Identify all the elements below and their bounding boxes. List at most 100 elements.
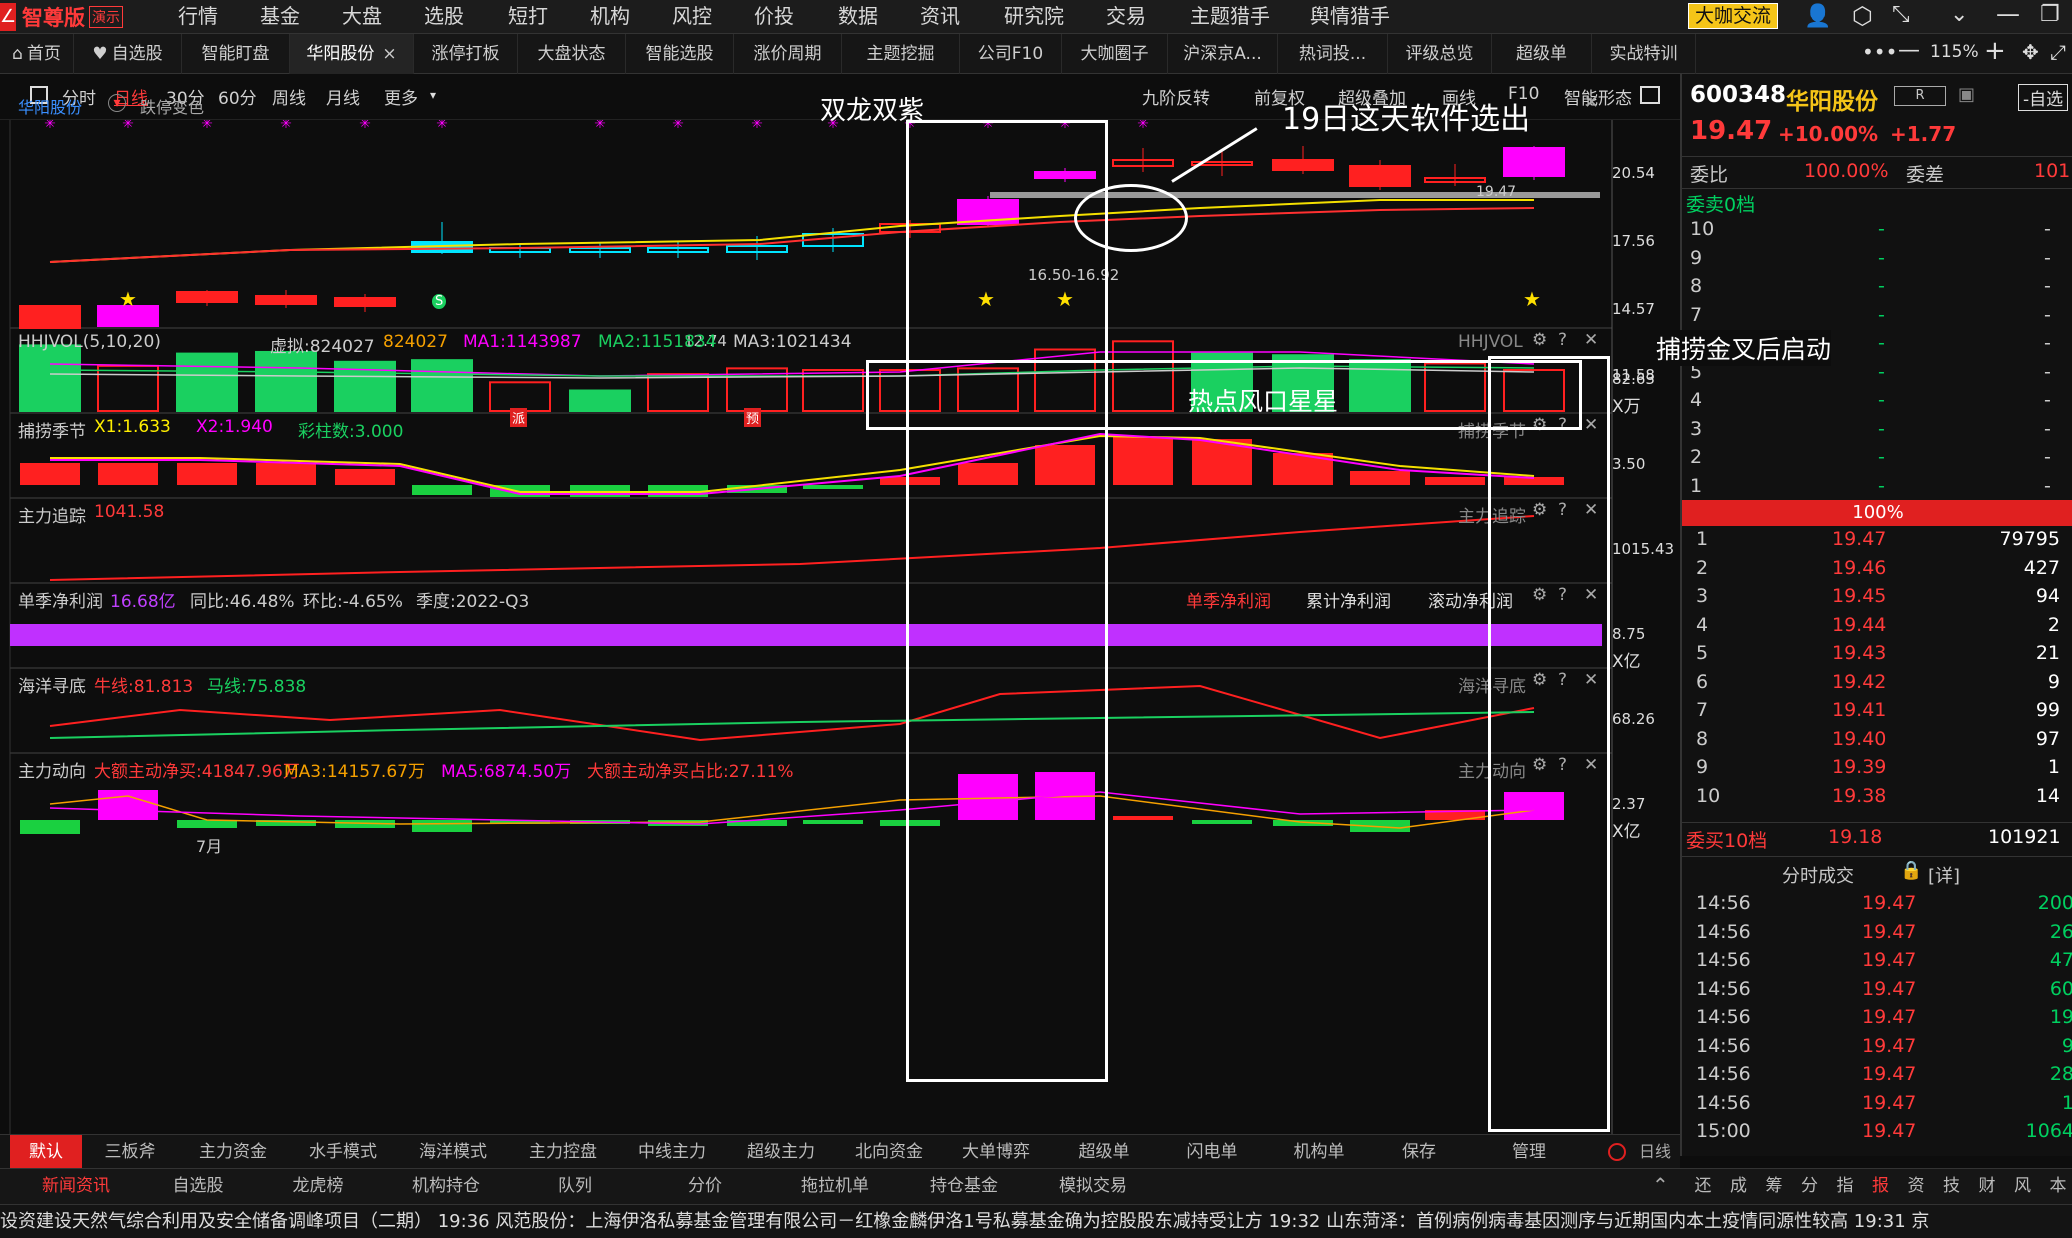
panel-title-1[interactable]: 捕捞季节 [18, 417, 86, 442]
more-icon[interactable]: ••• [1862, 40, 1897, 64]
tab-3[interactable]: 华阳股份 × [290, 34, 414, 74]
info-tab-2[interactable]: 龙虎榜 [254, 1169, 382, 1203]
restore-icon[interactable]: ❐ [2040, 2, 2060, 27]
period-5[interactable]: 月线 [326, 84, 360, 109]
template-tab-5[interactable]: 主力控盘 [508, 1135, 618, 1169]
menu-item-8[interactable]: 数据 [838, 0, 878, 34]
news-ticker[interactable]: 设资建设天然气综合利用及安全储备调峰项目（二期） 19:36 风范股份：上海伊洛… [0, 1204, 2072, 1238]
profit-tab-0[interactable]: 单季净利润 [1186, 587, 1271, 612]
panel-title-2[interactable]: 主力追踪 [18, 502, 86, 527]
stock-tag[interactable]: R [1894, 86, 1946, 106]
info-tab-0[interactable]: 新闻资讯 [10, 1169, 142, 1203]
template-tab-10[interactable]: 超级单 [1050, 1135, 1158, 1169]
right-tab-8[interactable]: 财 [1972, 1169, 2002, 1203]
menu-item-3[interactable]: 选股 [424, 0, 464, 34]
tab-7[interactable]: 涨价周期 [734, 34, 842, 74]
right-tab-3[interactable]: 分 [1795, 1169, 1825, 1203]
template-tab-4[interactable]: 海洋模式 [398, 1135, 508, 1169]
period-3[interactable]: 60分 [218, 84, 257, 109]
close-icon[interactable]: ✕ [1584, 92, 1599, 113]
buy-row[interactable]: 3 19.45 94 [1682, 585, 2072, 613]
profit-tab-1[interactable]: 累计净利润 [1306, 587, 1391, 612]
expand-icon[interactable]: ⤢ [2050, 40, 2066, 64]
buy-row[interactable]: 2 19.46 427 [1682, 557, 2072, 585]
right-tab-1[interactable]: 成 [1724, 1169, 1754, 1203]
buy-row[interactable]: 8 19.40 97 [1682, 728, 2072, 756]
menu-item-13[interactable]: 舆情猎手 [1310, 0, 1390, 34]
panel-title-5[interactable]: 主力动向 [18, 757, 86, 782]
tab-5[interactable]: 大盘状态 [518, 34, 626, 74]
close-icon[interactable]: ✕ [1584, 330, 1598, 350]
lock-icon[interactable]: ▣ [1958, 84, 1975, 105]
tab-10[interactable]: 大咖圈子 [1062, 34, 1168, 74]
option-dropdown-icon[interactable]: ▾ [108, 94, 126, 112]
menu-item-6[interactable]: 风控 [672, 0, 712, 34]
info-tab-5[interactable]: 分价 [640, 1169, 770, 1203]
info-tab-1[interactable]: 自选股 [142, 1169, 254, 1203]
right-tab-9[interactable]: 风 [2008, 1169, 2038, 1203]
expand-down-icon[interactable] [1608, 1143, 1626, 1161]
panel-settings-icon[interactable]: ⚙ [1532, 330, 1547, 350]
chevron-up-icon[interactable]: ⌃ [1652, 1173, 1669, 1197]
buy-row[interactable]: 6 19.42 9 [1682, 671, 2072, 699]
buy-row[interactable]: 1 19.47 79795 [1682, 528, 2072, 556]
right-tab-5[interactable]: 报 [1866, 1169, 1896, 1203]
info-tab-3[interactable]: 机构持仓 [382, 1169, 510, 1203]
info-tab-8[interactable]: 模拟交易 [1028, 1169, 1158, 1203]
tab-12[interactable]: 热词投... [1278, 34, 1388, 74]
buy-row[interactable]: 9 19.39 1 [1682, 756, 2072, 784]
sell-row[interactable]: 4 - - [1682, 389, 2072, 417]
info-tab-6[interactable]: 拖拉机单 [770, 1169, 900, 1203]
template-tab-7[interactable]: 超级主力 [726, 1135, 836, 1169]
menu-item-10[interactable]: 研究院 [1004, 0, 1064, 34]
tab-13[interactable]: 评级总览 [1388, 34, 1492, 74]
tab-9[interactable]: 公司F10 [960, 34, 1062, 74]
right-tab-4[interactable]: 指 [1830, 1169, 1860, 1203]
template-tab-14[interactable]: 管理 [1466, 1135, 1592, 1169]
menu-item-9[interactable]: 资讯 [920, 0, 960, 34]
right-tab-10[interactable]: 本 [2043, 1169, 2072, 1203]
template-tab-2[interactable]: 主力资金 [178, 1135, 288, 1169]
sell-row[interactable]: 7 - - [1682, 304, 2072, 332]
template-tab-12[interactable]: 机构单 [1266, 1135, 1372, 1169]
tab-0[interactable]: ⌂ 首页 [0, 34, 74, 74]
tab-6[interactable]: 智能选股 [626, 34, 734, 74]
buy-row[interactable]: 7 19.41 99 [1682, 699, 2072, 727]
trades-detail-link[interactable]: [详] [1928, 862, 1960, 888]
right-tab-6[interactable]: 资 [1901, 1169, 1931, 1203]
tab-8[interactable]: 主题挖掘 [842, 34, 960, 74]
template-tab-11[interactable]: 闪电单 [1158, 1135, 1266, 1169]
menu-item-1[interactable]: 基金 [260, 0, 300, 34]
right-tab-7[interactable]: 技 [1937, 1169, 1967, 1203]
info-tab-7[interactable]: 持仓基金 [900, 1169, 1028, 1203]
template-tab-6[interactable]: 中线主力 [618, 1135, 726, 1169]
minimize-icon[interactable]: — [1996, 0, 2020, 28]
tab-1[interactable]: ♥ 自选股 [74, 34, 182, 74]
period-4[interactable]: 周线 [272, 84, 306, 109]
chart-tool-0[interactable]: 九阶反转 [1142, 84, 1210, 109]
template-tab-3[interactable]: 水手模式 [288, 1135, 398, 1169]
zoom-in-icon[interactable]: + [1984, 36, 2006, 66]
sell-row[interactable]: 8 - - [1682, 275, 2072, 303]
info-tab-4[interactable]: 队列 [510, 1169, 640, 1203]
template-tab-1[interactable]: 三板斧 [82, 1135, 178, 1169]
panel-title-4[interactable]: 海洋寻底 [18, 672, 86, 697]
right-tab-0[interactable]: 还 [1688, 1169, 1718, 1203]
sell-row[interactable]: 10 - - [1682, 218, 2072, 246]
sell-row[interactable]: 1 - - [1682, 475, 2072, 503]
add-favorite-button[interactable]: -自选 [2018, 84, 2069, 111]
tab-15[interactable]: 实战特训 [1592, 34, 1696, 74]
user-icon[interactable]: 👤 [1804, 4, 1831, 29]
zoom-out-icon[interactable]: — [1898, 38, 1920, 63]
panel-title-3[interactable]: 单季净利润 [18, 587, 103, 612]
menu-item-4[interactable]: 短打 [508, 0, 548, 34]
menu-item-5[interactable]: 机构 [590, 0, 630, 34]
template-tab-8[interactable]: 北向资金 [836, 1135, 942, 1169]
consult-button[interactable]: 大咖交流 [1688, 3, 1779, 29]
menu-item-11[interactable]: 交易 [1106, 0, 1146, 34]
menu-item-12[interactable]: 主题猎手 [1190, 0, 1270, 34]
chart-canvas[interactable]: ✳ ✳ ✳ ✳ ✳ ✳ ✳ ✳ ✳ ✳ ✳ ✳ ✳ ✳★ ★ ★ ★ [0, 120, 1680, 1134]
sell-row[interactable]: 2 - - [1682, 446, 2072, 474]
sell-row[interactable]: 3 - - [1682, 418, 2072, 446]
tab-14[interactable]: 超级单 [1492, 34, 1592, 74]
